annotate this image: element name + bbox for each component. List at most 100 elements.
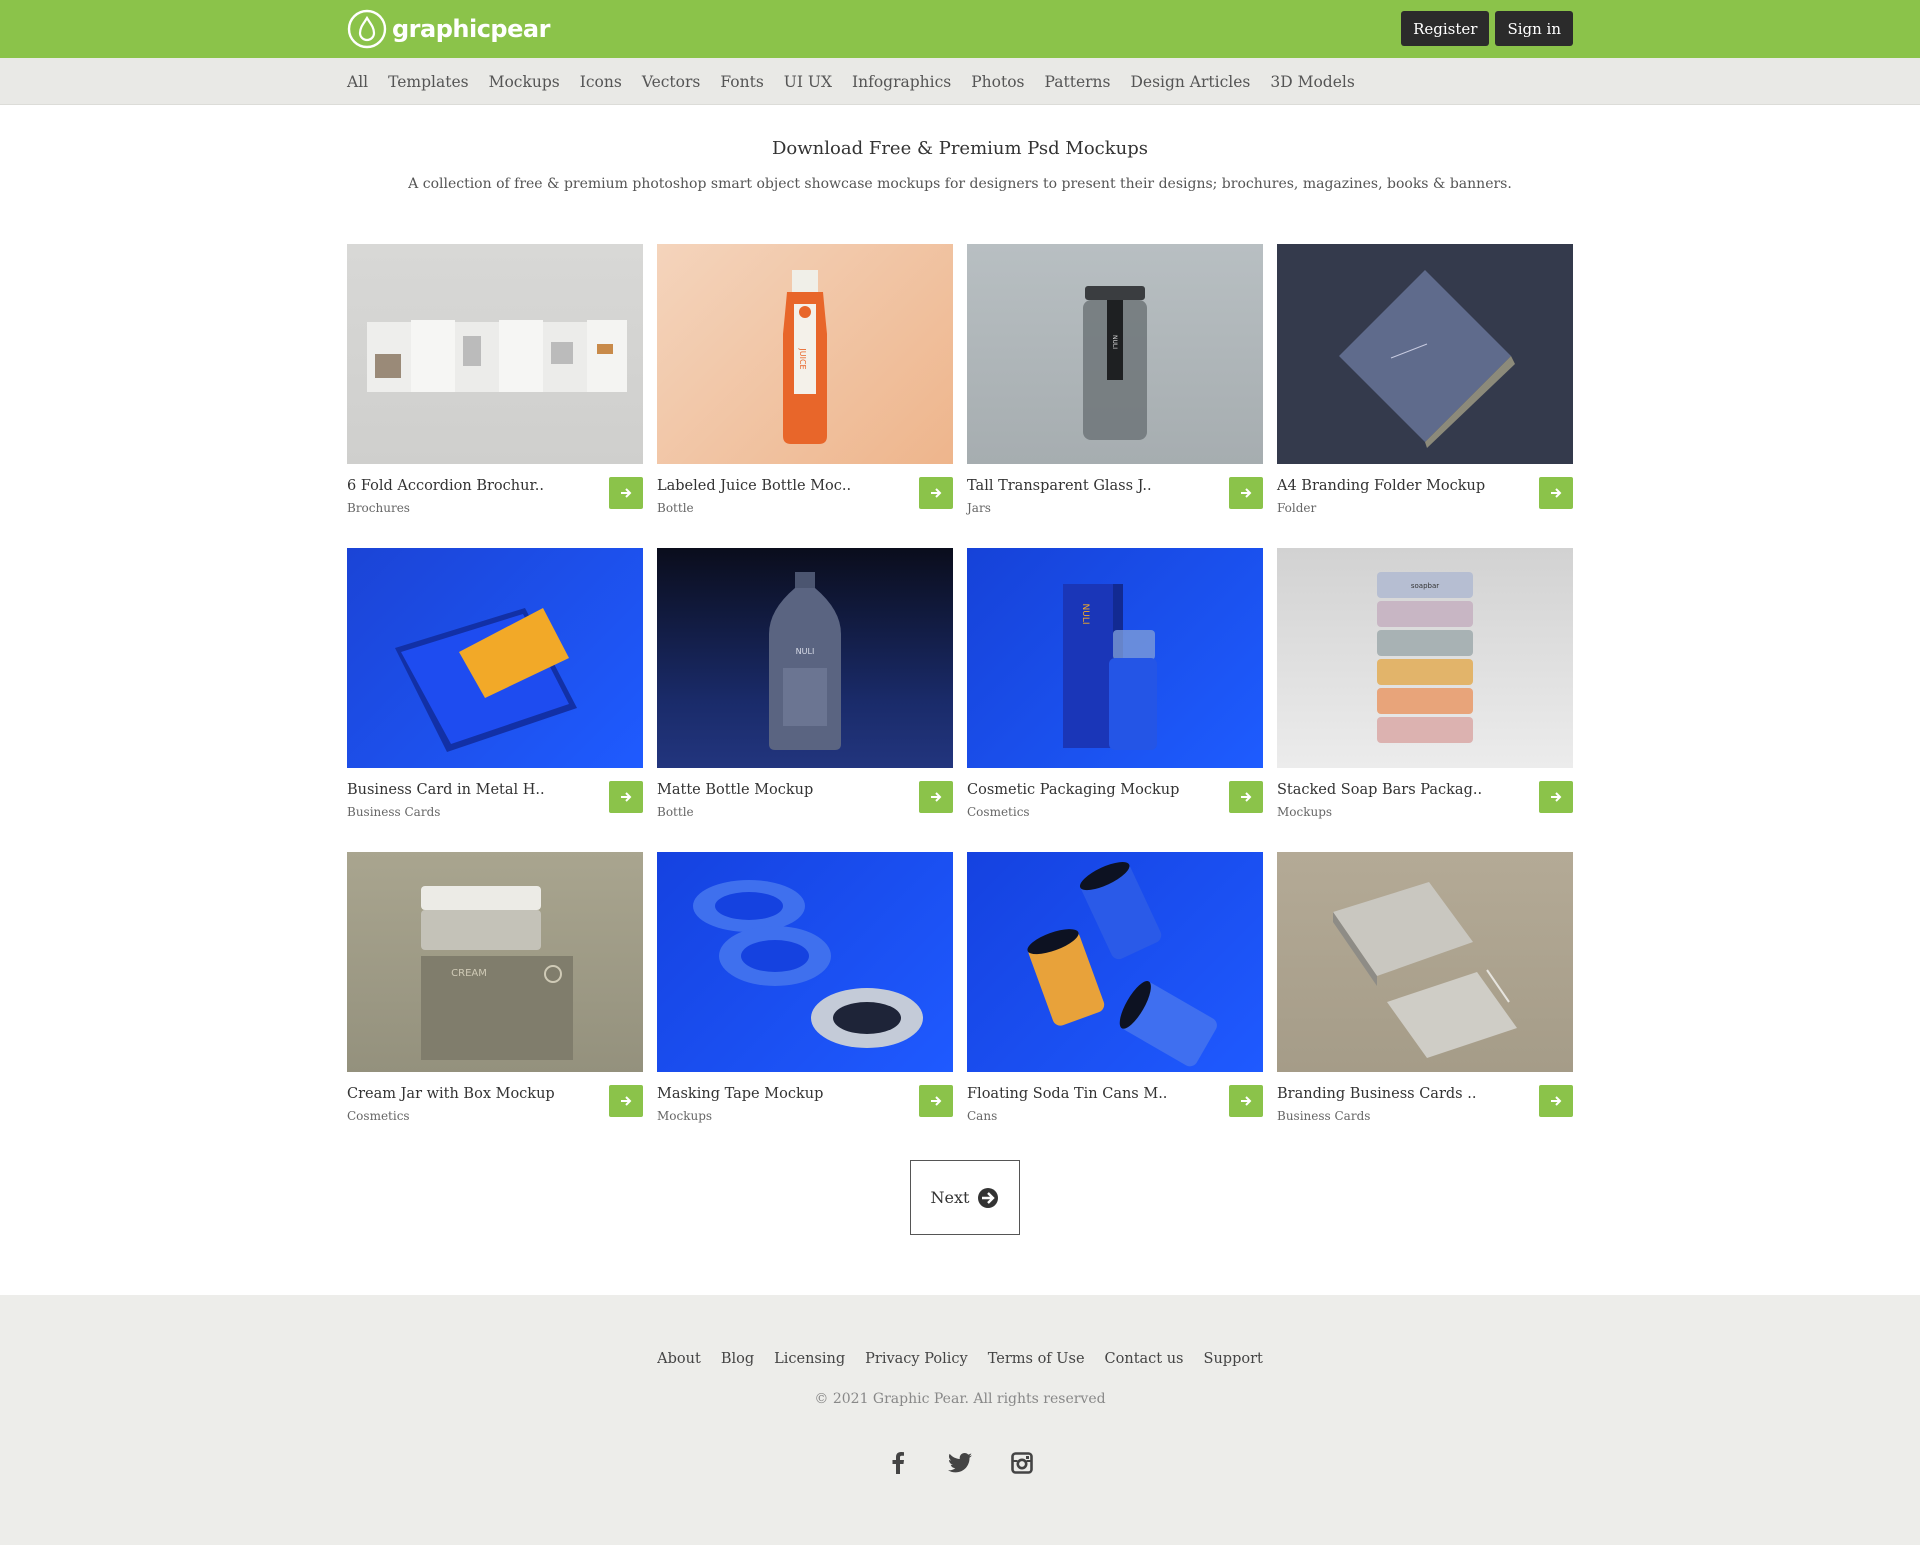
nav-item-fonts[interactable]: Fonts <box>720 73 763 91</box>
nav-item-templates[interactable]: Templates <box>388 73 468 91</box>
card-category[interactable]: Business Cards <box>347 805 440 819</box>
mockup-card: Floating Soda Tin Cans M.. Cans <box>967 852 1263 1156</box>
thumbnail-branding-folder[interactable] <box>1277 244 1573 464</box>
thumbnail-accordion-brochure[interactable] <box>347 244 643 464</box>
thumbnail-juice-bottle[interactable]: JUICE <box>657 244 953 464</box>
arrow-right-icon <box>931 1096 942 1106</box>
card-title[interactable]: Branding Business Cards .. <box>1277 1086 1476 1102</box>
twitter-icon[interactable] <box>948 1451 972 1475</box>
arrow-right-icon <box>1241 1096 1252 1106</box>
mockup-grid: 6 Fold Accordion Brochur.. Brochures JUI… <box>347 244 1573 1156</box>
footer-link-privacy-policy[interactable]: Privacy Policy <box>865 1351 968 1367</box>
footer-link-support[interactable]: Support <box>1204 1351 1263 1367</box>
nav-item-ui-ux[interactable]: UI UX <box>784 73 832 91</box>
juice-label: JUICE <box>798 347 807 369</box>
card-title[interactable]: A4 Branding Folder Mockup <box>1277 478 1485 494</box>
thumbnail-soda-cans[interactable] <box>967 852 1263 1072</box>
instagram-icon[interactable] <box>1010 1451 1034 1475</box>
next-page-button[interactable]: Next <box>910 1160 1020 1235</box>
nav-item-3d-models[interactable]: 3D Models <box>1270 73 1354 91</box>
open-button[interactable] <box>1539 781 1573 813</box>
nav-item-all[interactable]: All <box>347 73 368 91</box>
card-category[interactable]: Jars <box>967 501 991 515</box>
card-title[interactable]: Floating Soda Tin Cans M.. <box>967 1086 1167 1102</box>
page-title: Download Free & Premium Psd Mockups <box>772 138 1148 159</box>
mockup-card: A4 Branding Folder Mockup Folder <box>1277 244 1573 548</box>
footer-link-about[interactable]: About <box>657 1351 701 1367</box>
card-title[interactable]: Matte Bottle Mockup <box>657 782 813 798</box>
card-title[interactable]: Tall Transparent Glass J.. <box>967 478 1152 494</box>
mockup-card: Masking Tape Mockup Mockups <box>657 852 953 1156</box>
card-category[interactable]: Mockups <box>657 1109 712 1123</box>
matte-bottle-illustration: NULI <box>769 572 841 750</box>
nav-item-icons[interactable]: Icons <box>580 73 622 91</box>
juice-bottle-illustration: JUICE <box>783 270 827 444</box>
open-button[interactable] <box>919 781 953 813</box>
brochure-illustration <box>367 320 627 392</box>
thumbnail-business-card-metal[interactable] <box>347 548 643 768</box>
mockup-card: CREAM Cream Jar with Box Mockup Cosmetic… <box>347 852 643 1156</box>
page-subtitle: A collection of free & premium photoshop… <box>408 176 1512 192</box>
card-title[interactable]: Business Card in Metal H.. <box>347 782 545 798</box>
open-button[interactable] <box>1229 1085 1263 1117</box>
card-category[interactable]: Mockups <box>1277 805 1332 819</box>
card-category[interactable]: Folder <box>1277 501 1316 515</box>
footer: About Blog Licensing Privacy Policy Term… <box>0 1295 1920 1545</box>
signin-button[interactable]: Sign in <box>1495 11 1573 46</box>
arrow-right-icon <box>1551 1096 1562 1106</box>
mockup-card: soapbar Stacked Soap Bars Packag.. Mocku… <box>1277 548 1573 852</box>
cosmetic-packaging-illustration: NULI <box>1063 584 1157 750</box>
card-category[interactable]: Bottle <box>657 805 694 819</box>
card-title[interactable]: Labeled Juice Bottle Moc.. <box>657 478 851 494</box>
footer-link-contact-us[interactable]: Contact us <box>1105 1351 1184 1367</box>
nav-item-mockups[interactable]: Mockups <box>489 73 560 91</box>
card-category[interactable]: Bottle <box>657 501 694 515</box>
footer-link-blog[interactable]: Blog <box>721 1351 754 1367</box>
thumbnail-soap-bars[interactable]: soapbar <box>1277 548 1573 768</box>
intro-section: Download Free & Premium Psd Mockups A co… <box>0 105 1920 192</box>
footer-link-terms-of-use[interactable]: Terms of Use <box>988 1351 1085 1367</box>
copyright: © 2021 Graphic Pear. All rights reserved <box>814 1391 1106 1407</box>
thumbnail-glass-jar[interactable]: NULI <box>967 244 1263 464</box>
open-button[interactable] <box>609 781 643 813</box>
register-button[interactable]: Register <box>1401 11 1490 46</box>
brand-logo[interactable]: graphicpear <box>347 8 550 50</box>
thumbnail-masking-tape[interactable] <box>657 852 953 1072</box>
card-category[interactable]: Brochures <box>347 501 410 515</box>
nav-item-design-articles[interactable]: Design Articles <box>1130 73 1250 91</box>
card-title[interactable]: Cosmetic Packaging Mockup <box>967 782 1179 798</box>
open-button[interactable] <box>1229 477 1263 509</box>
card-category[interactable]: Cans <box>967 1109 997 1123</box>
masking-tape-illustration <box>693 880 923 1048</box>
open-button[interactable] <box>1229 781 1263 813</box>
soda-cans-illustration <box>1027 862 1217 1067</box>
open-button[interactable] <box>609 477 643 509</box>
jar-label: NULI <box>1111 335 1118 349</box>
open-button[interactable] <box>1539 1085 1573 1117</box>
card-category[interactable]: Cosmetics <box>347 1109 410 1123</box>
next-label: Next <box>930 1188 970 1207</box>
facebook-icon[interactable] <box>886 1451 910 1475</box>
open-button[interactable] <box>609 1085 643 1117</box>
card-title[interactable]: 6 Fold Accordion Brochur.. <box>347 478 544 494</box>
nav-item-infographics[interactable]: Infographics <box>852 73 951 91</box>
card-title[interactable]: Cream Jar with Box Mockup <box>347 1086 555 1102</box>
thumbnail-matte-bottle[interactable]: NULI <box>657 548 953 768</box>
arrow-circle-right-icon <box>978 1187 999 1208</box>
nav-item-photos[interactable]: Photos <box>971 73 1024 91</box>
thumbnail-branding-business-cards[interactable] <box>1277 852 1573 1072</box>
arrow-right-icon <box>1241 488 1252 498</box>
mockup-card: 6 Fold Accordion Brochur.. Brochures <box>347 244 643 548</box>
open-button[interactable] <box>919 1085 953 1117</box>
open-button[interactable] <box>919 477 953 509</box>
card-title[interactable]: Masking Tape Mockup <box>657 1086 823 1102</box>
card-category[interactable]: Cosmetics <box>967 805 1030 819</box>
card-category[interactable]: Business Cards <box>1277 1109 1370 1123</box>
nav-item-patterns[interactable]: Patterns <box>1045 73 1111 91</box>
nav-item-vectors[interactable]: Vectors <box>642 73 701 91</box>
thumbnail-cosmetic-packaging[interactable]: NULI <box>967 548 1263 768</box>
thumbnail-cream-jar[interactable]: CREAM <box>347 852 643 1072</box>
footer-link-licensing[interactable]: Licensing <box>774 1351 845 1367</box>
card-title[interactable]: Stacked Soap Bars Packag.. <box>1277 782 1482 798</box>
open-button[interactable] <box>1539 477 1573 509</box>
